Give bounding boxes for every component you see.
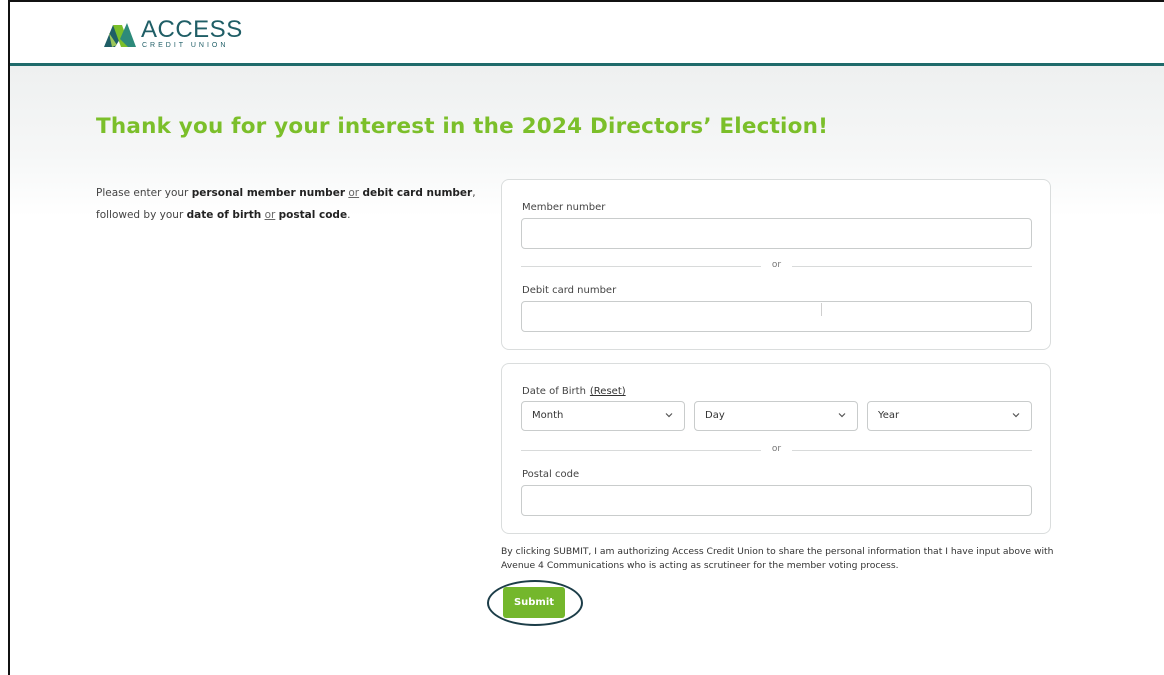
logo-wordmark: ACCESS — [141, 15, 243, 43]
postal-code-input[interactable] — [521, 485, 1032, 516]
header-divider — [10, 63, 1164, 66]
instructions-debit-card: debit card number — [362, 187, 473, 199]
verification-card: Date of Birth (Reset) Month Day Year or P… — [501, 363, 1051, 534]
debit-card-label: Debit card number — [522, 285, 617, 296]
consent-disclaimer: By clicking SUBMIT, I am authorizing Acc… — [501, 546, 1054, 571]
or-divider: or — [521, 260, 1032, 272]
member-number-input[interactable] — [521, 218, 1032, 249]
logo-subtitle: CREDIT UNION — [142, 41, 229, 49]
site-logo[interactable]: ACCESS CREDIT UNION — [103, 16, 243, 52]
submit-button[interactable]: Submit — [503, 587, 565, 618]
day-select-value: Day — [705, 410, 725, 421]
instructions-part: , — [472, 187, 476, 199]
chevron-down-icon — [838, 413, 846, 418]
page-title: Thank you for your interest in the 2024 … — [96, 114, 829, 139]
chevron-down-icon — [1012, 413, 1020, 418]
text-cursor — [821, 303, 822, 316]
year-select-value: Year — [878, 410, 900, 421]
identity-card: Member number or Debit card number — [501, 179, 1051, 350]
site-header: ACCESS CREDIT UNION — [10, 2, 1164, 64]
instructions-part: Please enter your — [96, 187, 192, 199]
divider-text: or — [771, 444, 782, 454]
instructions-part: . — [347, 209, 351, 221]
instructions-member-number: personal member number — [191, 187, 345, 199]
instructions-or: or — [264, 209, 276, 221]
instructions-postal: postal code — [278, 209, 348, 221]
chevron-down-icon — [665, 413, 673, 418]
member-number-label: Member number — [522, 202, 606, 213]
year-select[interactable]: Year — [867, 401, 1032, 431]
instructions-text: Please enter your personal member number… — [96, 182, 476, 226]
debit-card-input[interactable] — [521, 301, 1032, 332]
divider-line — [792, 266, 1032, 267]
instructions-or: or — [348, 187, 360, 199]
month-select-value: Month — [532, 410, 564, 421]
postal-code-label: Postal code — [522, 469, 580, 480]
month-select[interactable]: Month — [521, 401, 685, 431]
day-select[interactable]: Day — [694, 401, 858, 431]
divider-text: or — [771, 260, 782, 270]
dob-reset-link[interactable]: (Reset) — [590, 386, 626, 397]
divider-line — [792, 450, 1032, 451]
dob-label-row: Date of Birth (Reset) — [522, 386, 626, 397]
instructions-part: followed by your — [96, 209, 187, 221]
or-divider: or — [521, 444, 1032, 456]
access-logo-icon — [104, 23, 136, 47]
dob-label: Date of Birth — [522, 386, 586, 397]
instructions-dob: date of birth — [186, 209, 262, 221]
